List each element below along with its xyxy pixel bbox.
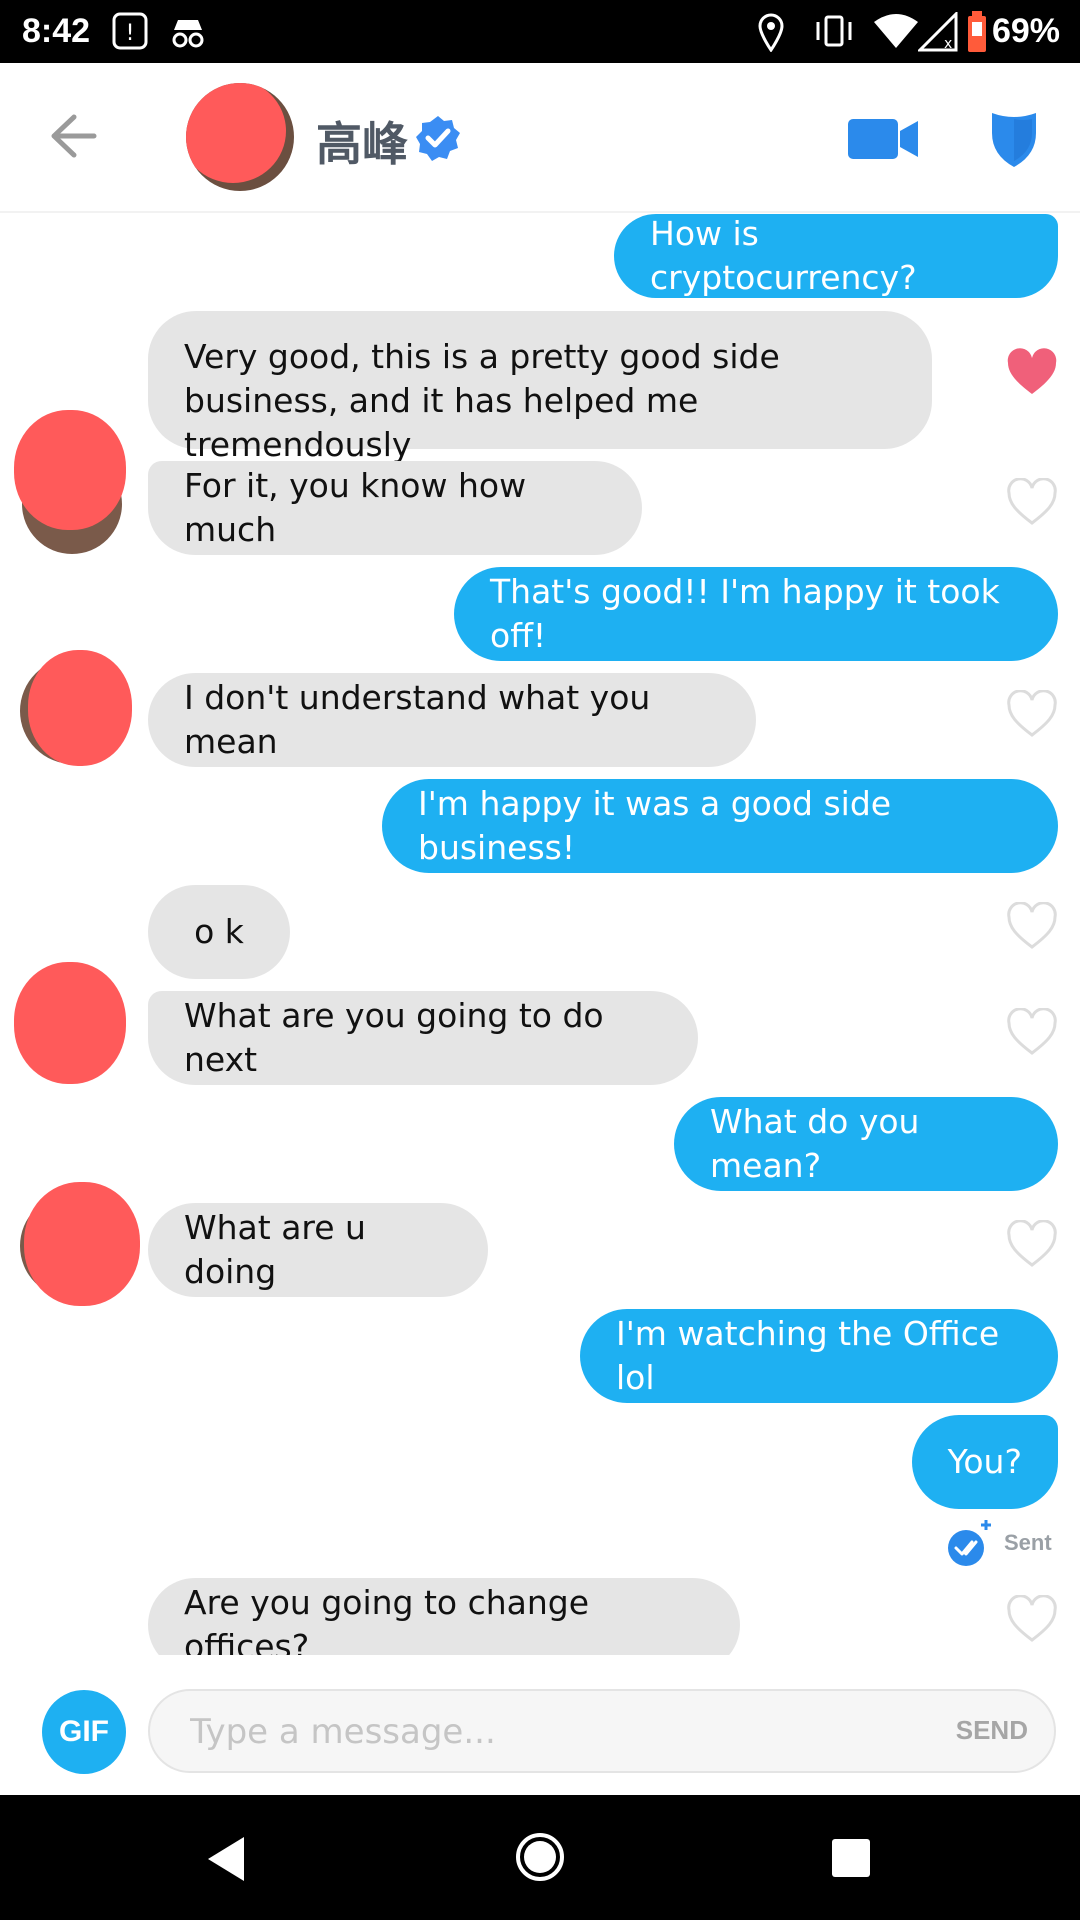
heart-icon[interactable]: [1006, 1220, 1058, 1268]
shield-icon[interactable]: [988, 109, 1040, 169]
nav-home-icon[interactable]: [514, 1831, 566, 1883]
heart-icon[interactable]: [1006, 690, 1058, 738]
svg-text:!: !: [126, 21, 135, 46]
redaction-mark: [186, 83, 286, 183]
cell-signal-icon: x: [918, 12, 958, 52]
heart-icon[interactable]: [1006, 1595, 1058, 1643]
message-text: That's good!! I'm happy it took off!: [490, 572, 1000, 655]
incoming-message[interactable]: I don't understand what you mean: [148, 673, 756, 767]
wifi-icon: [874, 14, 918, 48]
message-text-line: business, and it has helped me tremendou…: [184, 381, 699, 464]
incoming-message[interactable]: For it, you know how much: [148, 461, 642, 555]
status-time: 8:42: [22, 12, 91, 50]
battery-icon: [968, 11, 986, 52]
message-text: What are u doing: [184, 1208, 366, 1291]
outgoing-message[interactable]: I'm happy it was a good side business!: [382, 779, 1058, 873]
vibrate-icon: [816, 15, 852, 47]
contact-avatar-small[interactable]: [20, 1182, 140, 1306]
message-text: For it, you know how much: [184, 466, 527, 549]
status-bar: 8:42 ! x 69%: [0, 0, 1080, 63]
incoming-message[interactable]: o k: [148, 885, 290, 979]
incoming-message[interactable]: Are you going to change offices?: [148, 1578, 740, 1655]
message-box[interactable]: SEND: [148, 1689, 1056, 1773]
nav-recents-icon[interactable]: [830, 1837, 872, 1879]
svg-text:x: x: [944, 36, 952, 52]
outgoing-message[interactable]: That's good!! I'm happy it took off!: [454, 567, 1058, 661]
redaction-mark: [14, 962, 126, 1084]
message-composer: GIF SEND: [0, 1655, 1080, 1795]
location-icon: [758, 13, 784, 52]
contact-avatar[interactable]: [186, 83, 294, 191]
message-text: I don't understand what you mean: [184, 678, 651, 761]
chat-header: 高峰: [0, 63, 1080, 213]
heart-icon[interactable]: [1006, 1008, 1058, 1056]
outgoing-message[interactable]: What do you mean?: [674, 1097, 1058, 1191]
contact-avatar-small[interactable]: [20, 650, 132, 768]
system-nav-bar: [0, 1795, 1080, 1920]
read-receipt-icon: [948, 1520, 991, 1566]
message-text: o k: [194, 912, 244, 951]
verified-badge-icon: [416, 116, 460, 161]
redaction-mark: [14, 410, 126, 530]
heart-icon[interactable]: [1006, 348, 1058, 396]
battery-percentage: 69%: [991, 12, 1060, 50]
incoming-message[interactable]: Very good, this is a pretty good side bu…: [148, 311, 932, 464]
incoming-message[interactable]: What are you going to do next: [148, 991, 698, 1085]
outgoing-message[interactable]: You?: [912, 1415, 1058, 1509]
message-text: You?: [947, 1442, 1022, 1481]
message-text: I'm happy it was a good side business!: [418, 784, 892, 867]
contact-name[interactable]: 高峰: [316, 108, 408, 174]
sent-status: Sent: [1004, 1530, 1052, 1555]
heart-icon[interactable]: [1006, 478, 1058, 526]
gif-button[interactable]: GIF: [42, 1690, 126, 1774]
message-input[interactable]: [188, 1705, 892, 1759]
incoming-message[interactable]: What are u doing: [148, 1203, 488, 1297]
video-call-icon[interactable]: [848, 117, 920, 161]
nav-back-icon[interactable]: [204, 1835, 248, 1883]
heart-icon[interactable]: [1006, 902, 1058, 950]
message-text: What are you going to do next: [184, 996, 604, 1079]
message-text: How is cryptocurrency?: [650, 214, 917, 297]
contact-avatar-small[interactable]: [14, 410, 130, 554]
message-text: I'm watching the Office lol: [616, 1314, 1000, 1397]
message-clip: Are you going to change offices?: [0, 1568, 1080, 1655]
app-notification-icon: !: [112, 12, 148, 50]
message-text-line: Very good, this is a pretty good side: [184, 337, 780, 376]
incognito-icon: [172, 20, 204, 48]
redaction-mark: [28, 650, 132, 766]
back-arrow-icon[interactable]: [48, 113, 98, 159]
message-text: What do you mean?: [710, 1102, 920, 1185]
send-button[interactable]: SEND: [956, 1715, 1028, 1746]
redaction-mark: [24, 1182, 140, 1306]
outgoing-message[interactable]: I'm watching the Office lol: [580, 1309, 1058, 1403]
outgoing-message[interactable]: How is cryptocurrency?: [614, 214, 1058, 298]
message-text: Are you going to change offices?: [184, 1583, 590, 1655]
contact-avatar-small[interactable]: [14, 962, 132, 1086]
